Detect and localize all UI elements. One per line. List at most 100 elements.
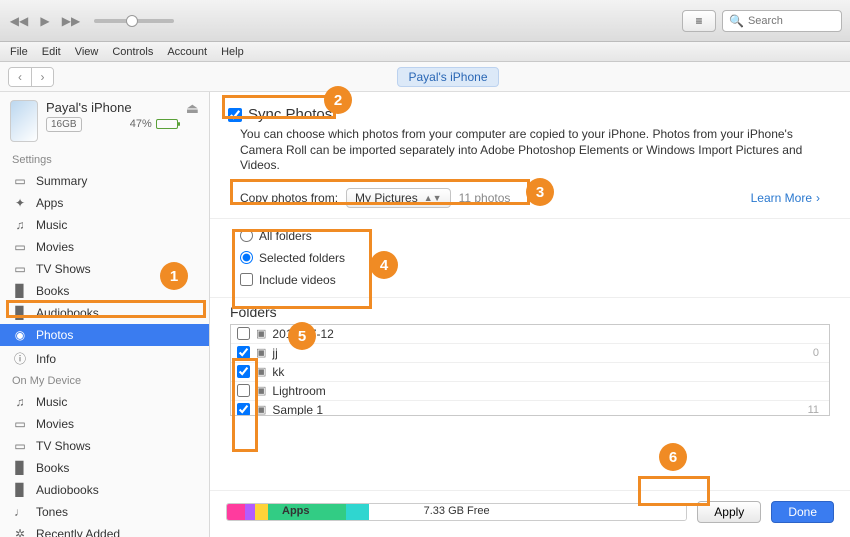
sidebar-item-books[interactable]: ▉ Books [0,457,209,479]
sidebar-icon: ◉ [12,328,28,342]
sidebar-item-label: Music [36,395,67,409]
storage-segment [346,504,369,520]
folder-checkbox[interactable] [237,403,250,416]
sidebar-icon: ♫ [12,218,28,232]
folder-name: jj [272,346,277,360]
folder-checkbox[interactable] [237,365,250,378]
device-capacity-badge: 16GB [46,117,82,132]
sidebar-item-movies[interactable]: ▭Movies [0,236,209,258]
include-videos-label: Include videos [259,273,336,287]
device-name: Payal's iPhone [46,100,178,115]
sidebar-icon: ▉ [12,306,28,320]
radio-all-folders[interactable] [240,229,253,242]
sync-photos-label: Sync Photos [248,106,332,123]
sidebar-icon: ▉ [12,461,28,475]
sidebar-item-audiobooks[interactable]: ▉Audiobooks [0,302,209,324]
sidebar-icon: ⓘ [12,350,28,367]
sidebar-item-audiobooks[interactable]: ▉Audiobooks [0,479,209,501]
copy-from-dropdown[interactable]: My Pictures ▲▼ [346,188,451,208]
search-box[interactable]: 🔍 [722,10,842,32]
sidebar-item-music[interactable]: ♫Music [0,391,209,413]
apply-button[interactable]: Apply [697,501,761,523]
sync-photos-checkbox[interactable] [228,108,242,122]
sidebar-icon: ▭ [12,174,28,188]
eject-button[interactable]: ⏏ [186,100,199,117]
menu-file[interactable]: File [10,46,28,58]
sidebar-item-recently-added[interactable]: ✲Recently Added [0,523,209,537]
play-button[interactable]: ▶ [34,10,56,32]
copy-from-value: My Pictures [355,191,418,205]
folder-name: Sample 1 [272,403,323,416]
sidebar-item-label: TV Shows [36,262,91,276]
back-button[interactable]: ‹ [9,68,31,86]
folder-checkbox[interactable] [237,384,250,397]
toolbar: ◀◀ ▶ ▶▶ ≡ 🔍 [0,0,850,42]
storage-segment [245,504,254,520]
main-panel: Sync Photos You can choose which photos … [210,92,850,537]
folder-count: 0 [813,347,823,359]
include-videos-checkbox[interactable] [240,273,253,286]
sidebar-item-music[interactable]: ♫Music [0,214,209,236]
radio-selected-folders[interactable] [240,251,253,264]
sidebar-icon: ▉ [12,483,28,497]
sidebar-item-books[interactable]: ▉Books [0,280,209,302]
option-selected-folders[interactable]: Selected folders [240,251,820,265]
menu-view[interactable]: View [75,46,99,58]
sidebar-item-label: Info [36,352,56,366]
sidebar-icon: ▭ [12,262,28,276]
sidebar-item-tv-shows[interactable]: ▭ TV Shows [0,258,209,280]
sidebar-item-label: TV Shows [36,439,91,453]
sidebar-item-summary[interactable]: ▭ Summary [0,170,209,192]
folder-list[interactable]: ▣2016-07-12▣jj0▣kk▣Lightroom▣Sample 111 [230,324,830,416]
forward-button[interactable]: ▶▶ [60,10,82,32]
menu-help[interactable]: Help [221,46,244,58]
sidebar-item-label: Books [36,461,69,475]
option-include-videos[interactable]: Include videos [240,273,820,287]
learn-more-link[interactable]: Learn More › [751,191,820,205]
sidebar-item-label: Summary [36,174,87,188]
volume-slider[interactable] [94,19,174,23]
menu-account[interactable]: Account [167,46,207,58]
sidebar-item-apps[interactable]: ✦Apps [0,192,209,214]
radio-all-label: All folders [259,229,312,243]
copy-from-label: Copy photos from: [240,191,338,205]
device-thumbnail [10,100,38,142]
search-input[interactable] [748,15,828,27]
folder-checkbox[interactable] [237,327,250,340]
sidebar-item-movies[interactable]: ▭Movies [0,413,209,435]
storage-apps-label: Apps [282,505,310,517]
device-pill[interactable]: Payal's iPhone [397,67,498,87]
forward-button-nav[interactable]: › [31,68,53,86]
folder-count: 11 [808,404,823,416]
folder-row[interactable]: ▣jj0 [231,344,829,363]
sidebar-header-ondevice: On My Device [0,371,209,391]
menu-edit[interactable]: Edit [42,46,61,58]
sidebar-item-photos[interactable]: ◉Photos [0,324,209,346]
storage-segment [369,504,686,520]
folder-name: Lightroom [272,384,325,398]
list-view-button[interactable]: ≡ [682,10,716,32]
folder-checkbox[interactable] [237,346,250,359]
sidebar-item-label: Apps [36,196,63,210]
sidebar-item-tv-shows[interactable]: ▭TV Shows [0,435,209,457]
sync-description: You can choose which photos from your co… [210,127,850,182]
folder-row[interactable]: ▣ Lightroom [231,382,829,401]
rewind-button[interactable]: ◀◀ [8,10,30,32]
folder-row[interactable]: ▣ Sample 1 11 [231,401,829,416]
folder-row[interactable]: ▣2016-07-12 [231,325,829,344]
folder-row[interactable]: ▣kk [231,363,829,382]
folder-icon: ▣ [256,384,266,397]
sidebar-item-tones[interactable]: ♩Tones [0,501,209,523]
option-all-folders[interactable]: All folders [240,229,820,243]
sidebar-header-settings: Settings [0,150,209,170]
sidebar-icon: ▉ [12,284,28,298]
folder-name: kk [272,365,284,379]
menu-controls[interactable]: Controls [112,46,153,58]
sidebar-item-info[interactable]: ⓘ Info [0,346,209,371]
done-button[interactable]: Done [771,501,834,523]
folder-icon: ▣ [256,403,266,416]
storage-free-label: 7.33 GB Free [424,505,490,517]
radio-selected-label: Selected folders [259,251,345,265]
folders-header: Folders [210,298,850,324]
folder-icon: ▣ [256,327,266,340]
